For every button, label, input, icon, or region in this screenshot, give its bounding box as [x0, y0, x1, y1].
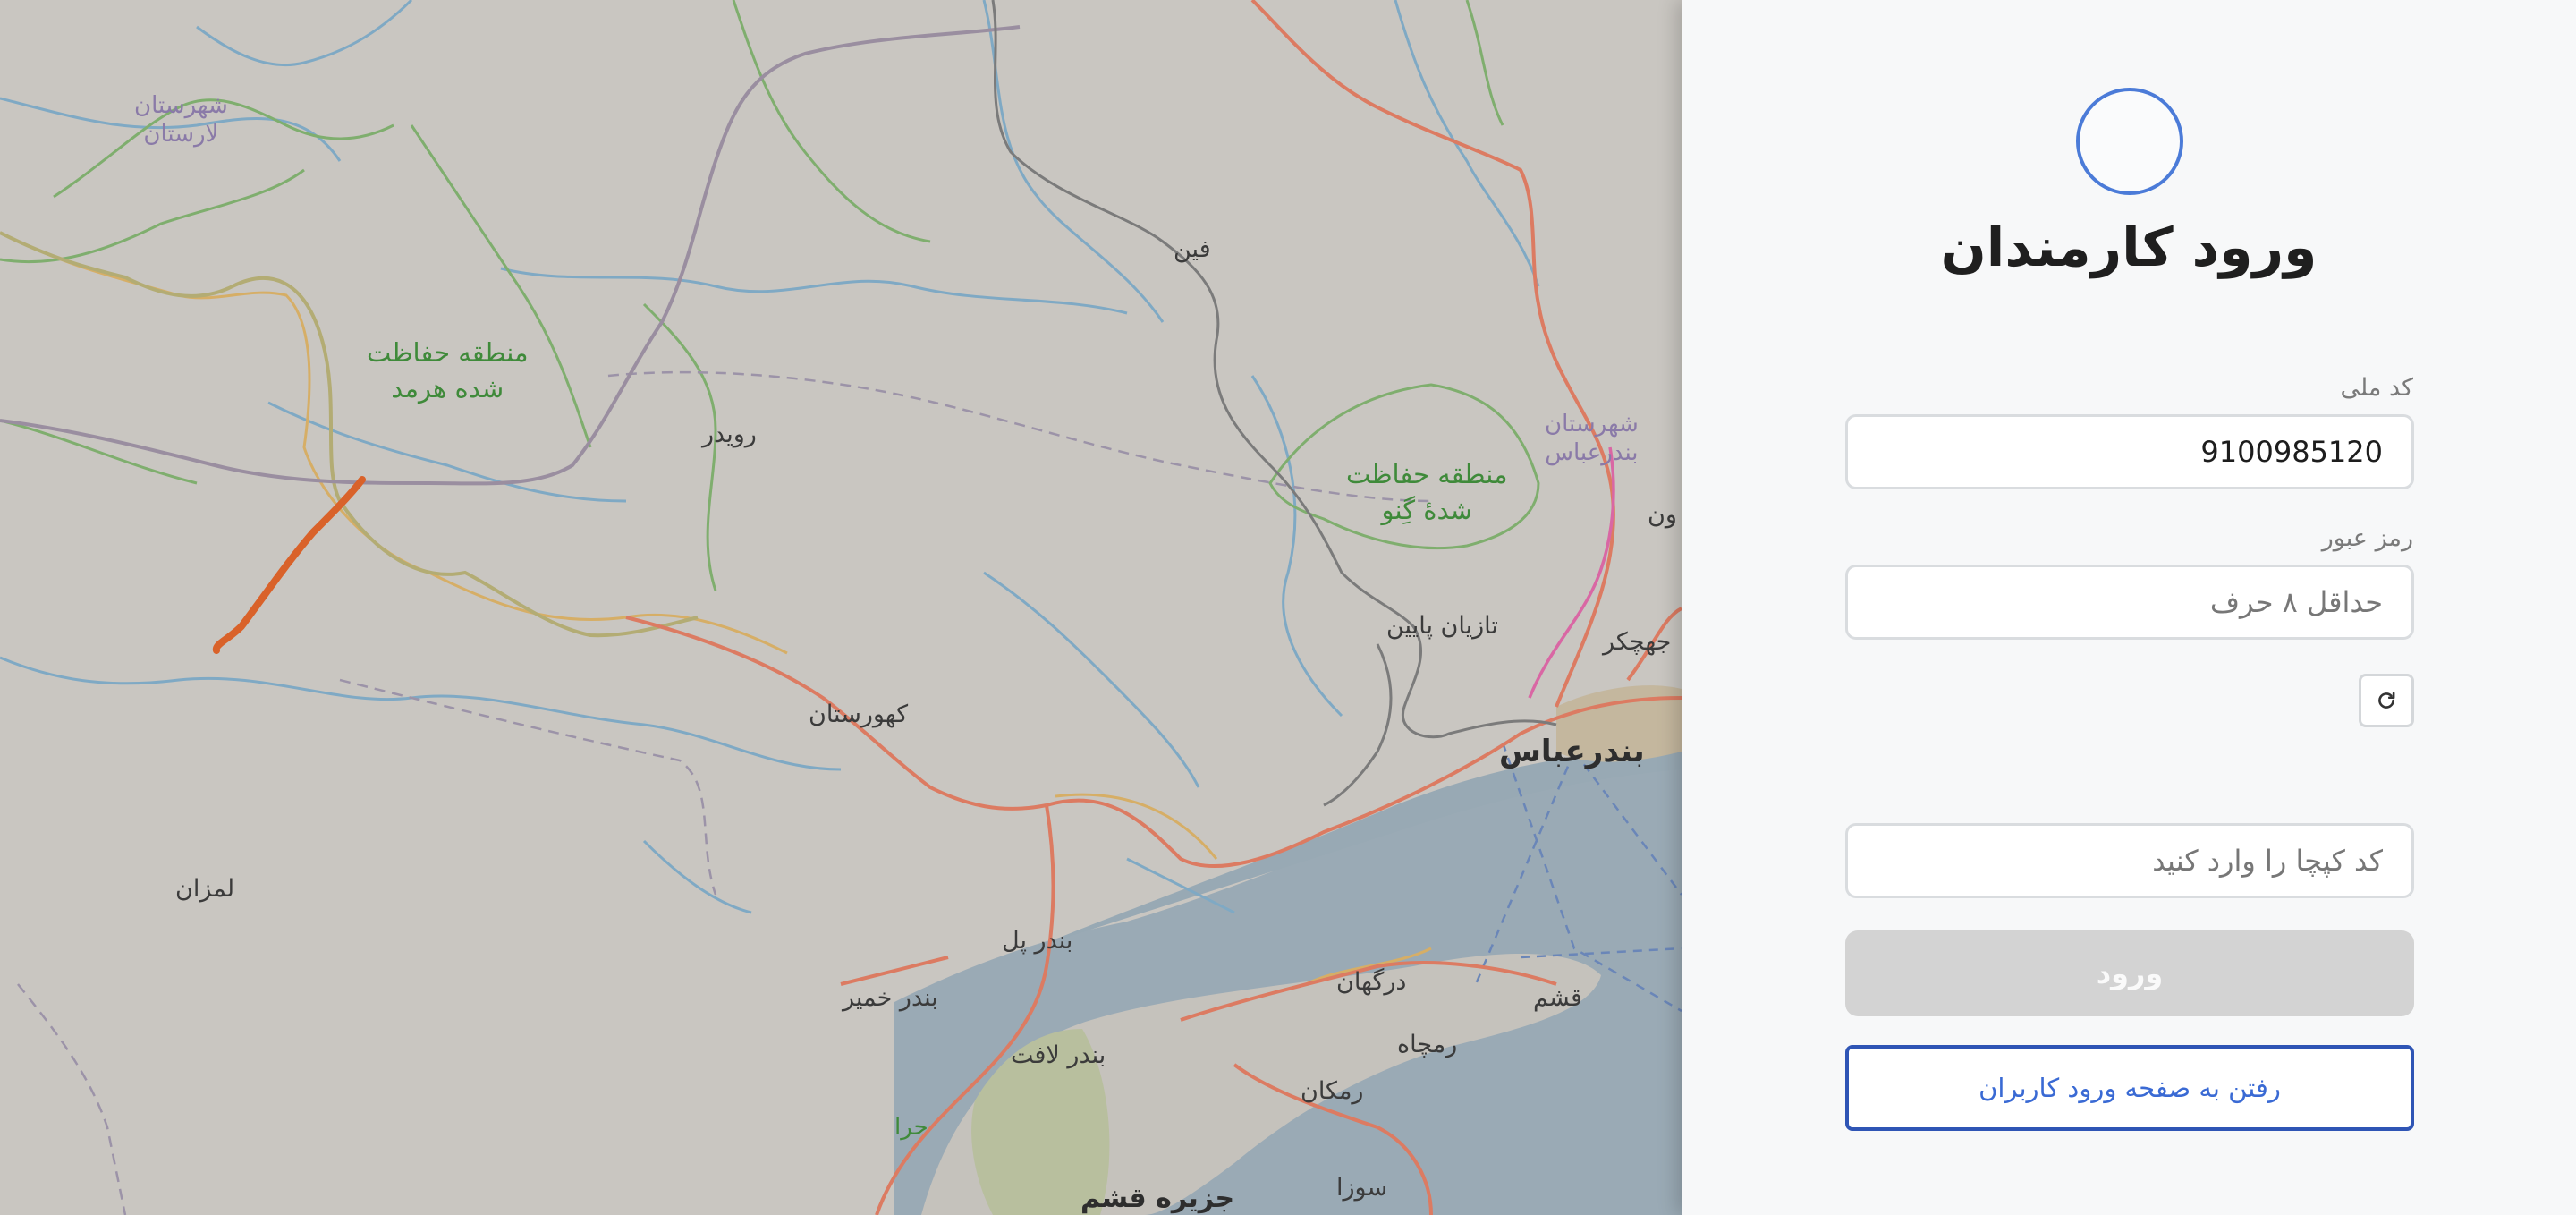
map-label-kahurestan: کهورستان	[809, 701, 909, 728]
captcha-input[interactable]	[1845, 823, 2414, 898]
map-label-bandarabbas-county: شهرستان بندرعباس	[1545, 411, 1639, 466]
map-label-bandar-pol: بندر پل	[1002, 927, 1073, 955]
map-label-bandarabbas: بندرعباس	[1499, 734, 1645, 769]
map-label-dargahan: درگهان	[1336, 968, 1407, 996]
logo	[2076, 88, 2183, 195]
map-label-bandar-laft: بندر لافت	[1011, 1041, 1106, 1069]
national-code-input[interactable]	[1845, 414, 2414, 489]
login-panel: ورود کارمندان کد ملی رمز عبور ورود رفتن …	[1682, 0, 2576, 1215]
map-label-jahchekar: جهچکر	[1603, 628, 1672, 656]
map-label-fin: فین	[1174, 235, 1211, 263]
national-code-label: کد ملی	[2340, 374, 2413, 402]
map-label-larestan: شهرستان لارستان	[134, 92, 228, 148]
map-label-bandar-khamir: بندر خمیر	[843, 984, 938, 1012]
map-label-ramcheh: رمچاه	[1397, 1031, 1458, 1058]
captcha-refresh-button[interactable]	[2359, 674, 2414, 727]
password-label: رمز عبور	[2321, 524, 2413, 552]
refresh-icon	[2378, 692, 2395, 709]
password-input[interactable]	[1845, 565, 2414, 640]
login-button[interactable]: ورود	[1845, 930, 2414, 1016]
map-label-ruydar: رویدر	[702, 421, 757, 448]
map-label-hara: حرا	[894, 1114, 928, 1141]
map-label-partial-un: ون	[1648, 501, 1677, 529]
map-label-ramkan: رمکان	[1301, 1077, 1364, 1105]
background-map: شهرستان لارستان منطقه حفاظت شده هرمد رویدر…	[0, 0, 1682, 1215]
map-label-qeshm-island: جزیره قشم	[1080, 1183, 1235, 1214]
map-label-suza: سوزا	[1336, 1174, 1388, 1202]
page-title: ورود کارمندان	[1940, 217, 2318, 279]
map-label-tazian-payin: تازیان پایین	[1386, 612, 1498, 640]
map-label-geno: منطقه حفاظت شدهٔ گِنو	[1346, 459, 1508, 525]
map-label-hormod: منطقه حفاظت شده هرمد	[367, 337, 529, 404]
goto-user-login-button[interactable]: رفتن به صفحه ورود کاربران	[1845, 1045, 2414, 1131]
map-label-lemzan: لمزان	[175, 875, 235, 903]
map-label-qeshm: قشم	[1533, 984, 1582, 1012]
